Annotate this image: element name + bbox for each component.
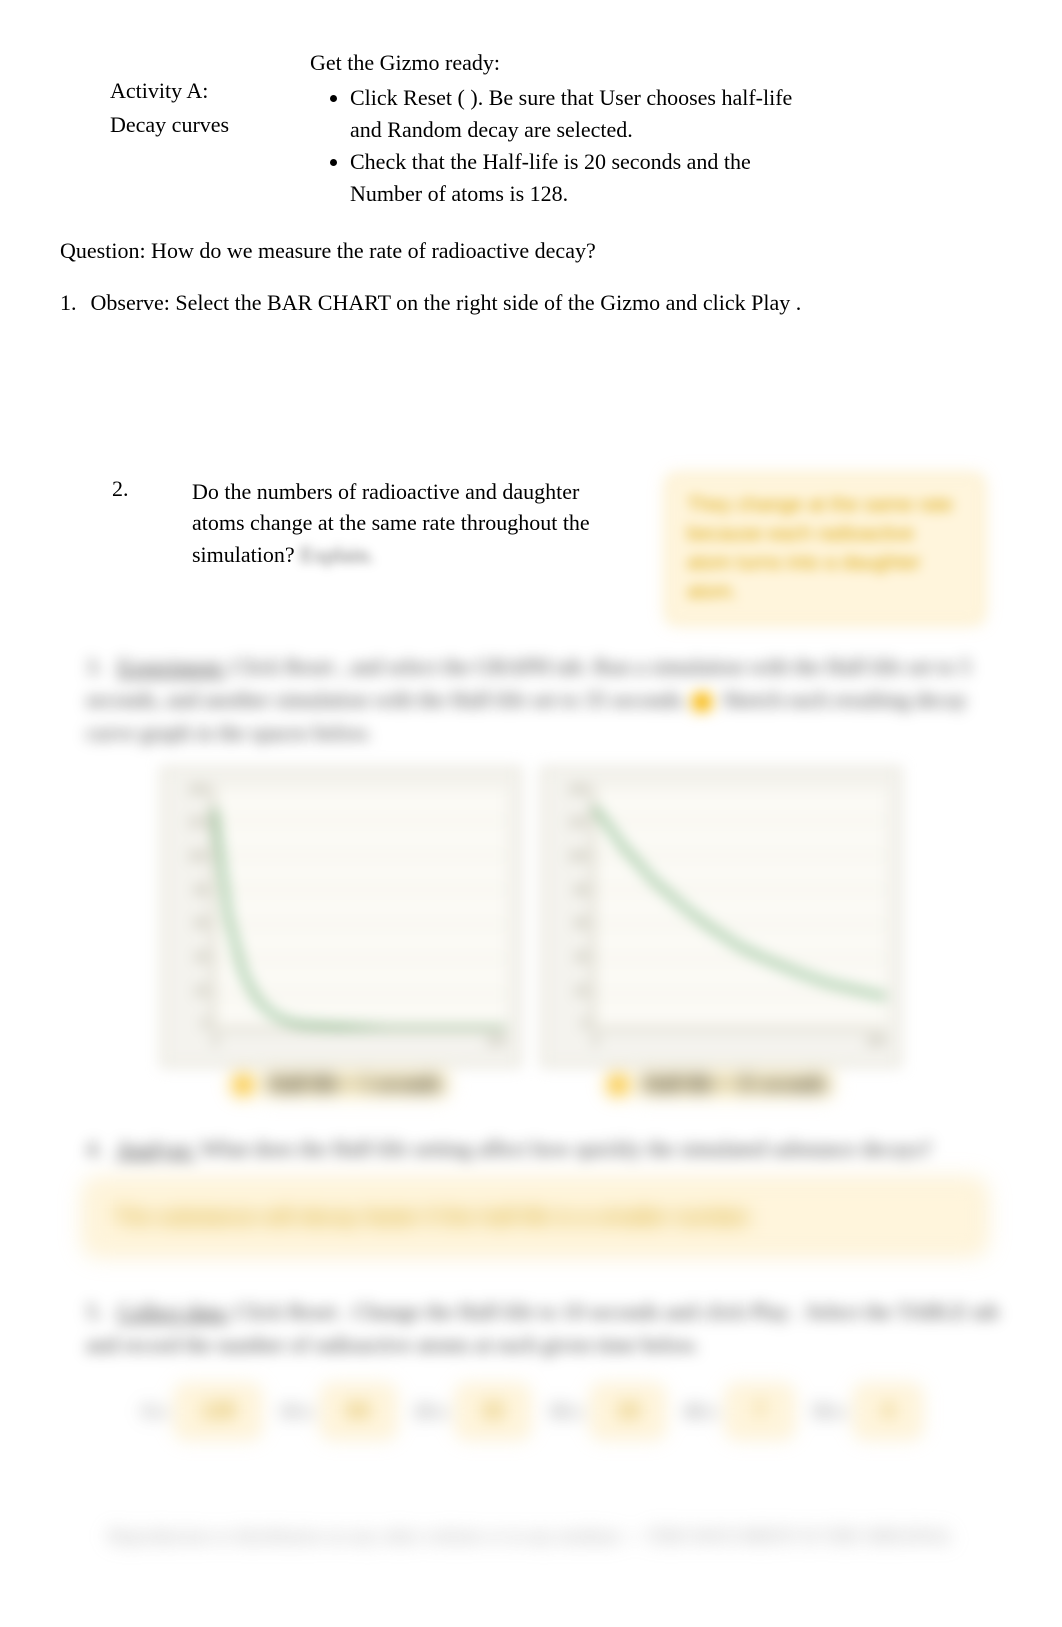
slot-label: 50 s: — [813, 1401, 848, 1422]
slot-label: 40 s: — [684, 1401, 719, 1422]
chart-b-plot — [592, 786, 886, 1030]
slot-value[interactable]: 7 — [729, 1387, 791, 1436]
slot-label: 30 s: — [549, 1401, 584, 1422]
chart-b-yaxis: 140 120 100 80 60 40 20 0 — [550, 782, 588, 1032]
data-slot: 30 s: 16 — [549, 1387, 662, 1436]
ytick: 100 — [188, 849, 208, 863]
chart-a-plot — [212, 786, 506, 1030]
worksheet-page: Activity A: Decay curves Get the Gizmo r… — [0, 0, 1062, 1627]
activity-header: Activity A: Decay curves Get the Gizmo r… — [60, 50, 1002, 210]
collect-data-row: 0 s: 128 10 s: 64 20 s: 32 30 s: 16 40 s… — [60, 1387, 1002, 1436]
chart-a-svg — [214, 786, 506, 1028]
ytick: 20 — [575, 984, 588, 998]
slot-value[interactable]: 128 — [178, 1387, 257, 1436]
chart-a-xaxis: 0100 — [212, 1034, 506, 1048]
ytick: 20 — [195, 984, 208, 998]
slot-value[interactable]: 4 — [857, 1387, 919, 1436]
chart-a: Radioactive 140 120 100 80 60 40 20 0 — [161, 767, 521, 1067]
slot-label: 20 s: — [415, 1401, 450, 1422]
blurred-content: 3. Experiment: Click Reset , and select … — [60, 650, 1002, 1547]
item-5-lead: Collect data: — [118, 1299, 230, 1324]
footer-note: Reproduction or distribution on any othe… — [60, 1526, 1002, 1547]
activity-name: Decay curves — [110, 112, 270, 138]
chart-b-series — [594, 806, 886, 996]
pin-icon — [234, 1076, 252, 1094]
item-2-text: Do the numbers of radioactive and daught… — [192, 476, 612, 572]
item-2-explain: Explain. — [300, 542, 374, 567]
item-3: 3. Experiment: Click Reset , and select … — [60, 650, 1002, 749]
chart-b-xaxis: 0100 — [592, 1034, 886, 1048]
item-2-question: Do the numbers of radioactive and daught… — [192, 479, 590, 568]
slot-value[interactable]: 32 — [459, 1387, 527, 1436]
chart-a-series — [214, 806, 506, 1027]
item-3-lead: Experiment: — [118, 654, 227, 679]
item-4-lead: Analyze: — [116, 1136, 195, 1161]
chart-b: Radioactive 140 120 100 80 60 40 20 0 — [541, 767, 901, 1067]
ytick: 0 — [201, 1017, 208, 1031]
ytick: 60 — [195, 916, 208, 930]
item-4-answer: The substance will decay faster if the h… — [88, 1183, 982, 1251]
slot-value[interactable]: 64 — [324, 1387, 392, 1436]
data-slot: 50 s: 4 — [813, 1387, 920, 1436]
activity-label: Activity A: — [110, 78, 270, 104]
item-2-answer: They change at the same rate because eac… — [668, 476, 982, 622]
ytick: 60 — [575, 916, 588, 930]
decay-charts: Radioactive 140 120 100 80 60 40 20 0 — [60, 767, 1002, 1096]
item-4: 4. Analyze: What does the Half-life sett… — [60, 1132, 1002, 1165]
ytick: 140 — [568, 782, 588, 796]
data-slot: 0 s: 128 — [143, 1387, 258, 1436]
ytick: 120 — [568, 815, 588, 829]
item-number: 2. — [112, 476, 136, 502]
chart-b-wrap: Radioactive 140 120 100 80 60 40 20 0 — [541, 767, 901, 1096]
chart-a-title: Half-life = 5 seconds — [161, 1073, 521, 1096]
gizmo-ready-bullet: Check that the Half-life is 20 seconds a… — [350, 146, 810, 210]
item-2: 2. Do the numbers of radioactive and dau… — [112, 476, 1002, 622]
chart-b-title: Half-life = 35 seconds — [541, 1073, 901, 1096]
gizmo-ready-bullet: Click Reset ( ). Be sure that User choos… — [350, 82, 810, 146]
item-1-text: Observe: Select the BAR CHART on the rig… — [91, 290, 802, 316]
item-4-body: What does the Half-life setting affect h… — [201, 1136, 932, 1161]
chart-b-title-text: Half-life = 35 seconds — [637, 1071, 832, 1097]
gizmo-ready-list: Click Reset ( ). Be sure that User choos… — [310, 82, 1002, 210]
slot-label: 10 s: — [280, 1401, 315, 1422]
ytick: 40 — [575, 950, 588, 964]
pin-icon — [609, 1076, 627, 1094]
ytick: 140 — [188, 782, 208, 796]
item-number: 1. — [60, 290, 77, 316]
ytick: 80 — [575, 883, 588, 897]
guiding-question: Question: How do we measure the rate of … — [60, 238, 1002, 264]
item-5: 5. Collect data: Click Reset . Change th… — [60, 1295, 1002, 1361]
gizmo-ready-block: Get the Gizmo ready: Click Reset ( ). Be… — [310, 50, 1002, 210]
ytick: 80 — [195, 883, 208, 897]
ytick: 40 — [195, 950, 208, 964]
gizmo-ready-title: Get the Gizmo ready: — [310, 50, 1002, 76]
ytick: 100 — [568, 849, 588, 863]
chart-b-svg — [594, 786, 886, 1028]
pin-icon — [691, 691, 712, 712]
ytick: 120 — [188, 815, 208, 829]
item-1: 1. Observe: Select the BAR CHART on the … — [60, 290, 1002, 316]
chart-a-wrap: Radioactive 140 120 100 80 60 40 20 0 — [161, 767, 521, 1096]
chart-a-title-text: Half-life = 5 seconds — [262, 1071, 447, 1097]
data-slot: 10 s: 64 — [280, 1387, 393, 1436]
slot-label: 0 s: — [143, 1401, 169, 1422]
data-slot: 40 s: 7 — [684, 1387, 791, 1436]
slot-value[interactable]: 16 — [594, 1387, 662, 1436]
activity-title-block: Activity A: Decay curves — [110, 50, 270, 138]
ytick: 0 — [581, 1017, 588, 1031]
chart-a-yaxis: 140 120 100 80 60 40 20 0 — [170, 782, 208, 1032]
data-slot: 20 s: 32 — [415, 1387, 528, 1436]
